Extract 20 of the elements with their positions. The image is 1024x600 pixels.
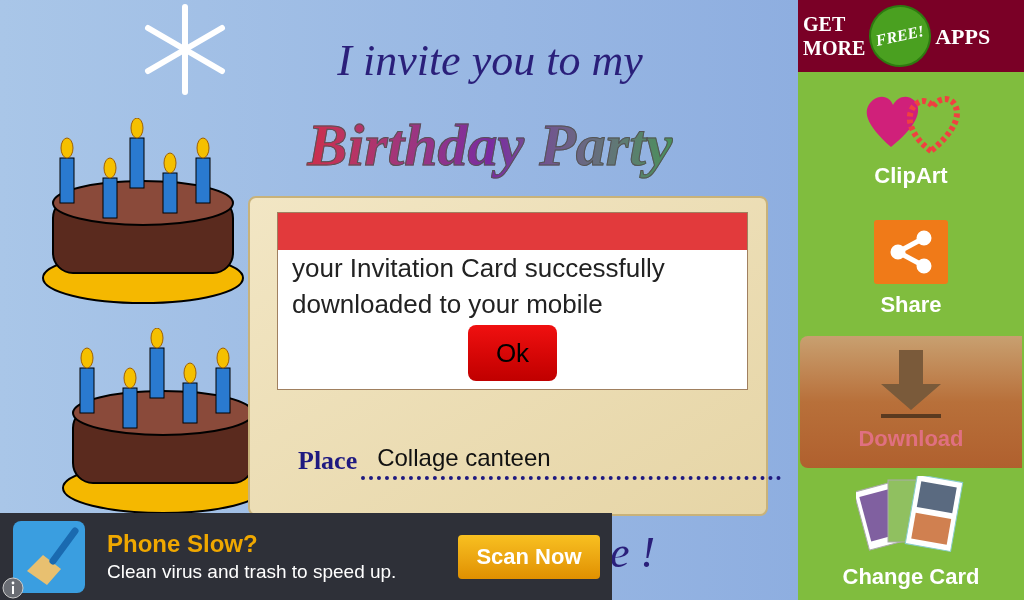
info-icon[interactable] — [2, 577, 24, 599]
promo-label: MORE — [803, 36, 866, 60]
ok-button[interactable]: Ok — [468, 325, 557, 381]
closing-text: e ! — [610, 527, 656, 579]
sidebar-item[interactable]: Change Card — [798, 468, 1024, 600]
sidebar-item[interactable]: ClipArt — [798, 72, 1024, 204]
dialog-message: your Invitation Card successfully downloaded to your mobile — [291, 252, 666, 321]
sidebar-item[interactable]: Download — [800, 336, 1022, 468]
ad-headline: Phone Slow? — [107, 528, 259, 559]
place-field: Collage canteen — [361, 440, 782, 480]
promo-label: GET — [803, 12, 847, 36]
place-label: Place — [298, 445, 358, 477]
ad-text: Clean virus and trash to speed up. — [107, 559, 397, 584]
scan-now-button[interactable]: Scan Now — [458, 534, 600, 579]
download-arrow-icon — [879, 349, 943, 418]
broom-icon — [13, 520, 85, 593]
share-icon — [874, 219, 948, 284]
apps-label: APPS — [935, 22, 991, 51]
sidebar-item[interactable]: Share — [798, 204, 1024, 336]
invitation-heading: I invite you to my — [336, 35, 644, 87]
